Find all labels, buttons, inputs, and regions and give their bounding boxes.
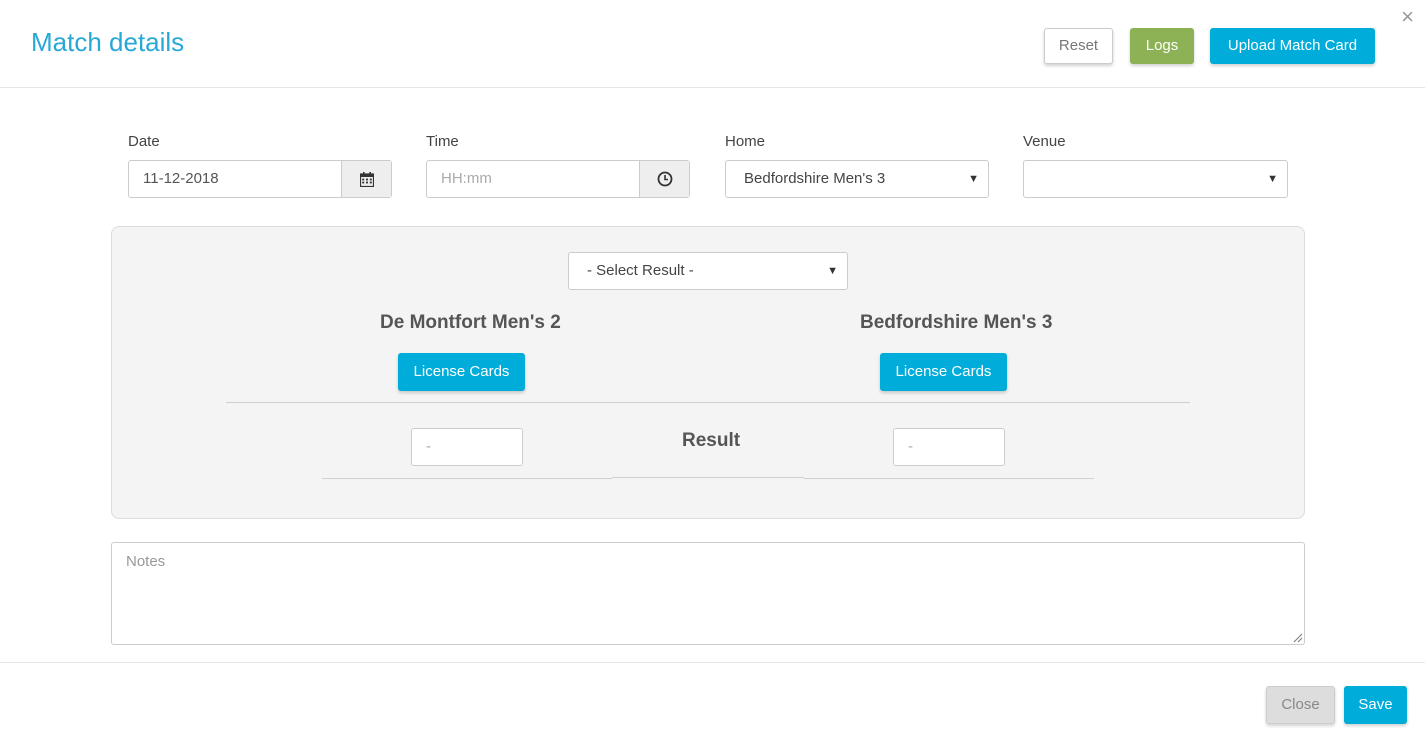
calendar-icon bbox=[359, 171, 374, 187]
away-team-name: Bedfordshire Men's 3 bbox=[860, 312, 1053, 333]
divider bbox=[804, 478, 1094, 479]
divider bbox=[322, 478, 612, 479]
time-input[interactable]: HH:mm bbox=[427, 161, 640, 197]
chevron-down-icon: ▼ bbox=[827, 265, 838, 277]
modal-title: Match details bbox=[31, 27, 185, 57]
modal-header: Match details Reset Logs Upload Match Ca… bbox=[0, 0, 1425, 88]
clock-button[interactable] bbox=[639, 161, 689, 197]
notes-placeholder: Notes bbox=[126, 553, 166, 570]
chevron-down-icon: ▼ bbox=[1267, 173, 1278, 185]
time-label: Time bbox=[426, 133, 459, 150]
home-select[interactable]: Bedfordshire Men's 3 ▼ bbox=[725, 160, 989, 198]
chevron-down-icon: ▼ bbox=[968, 173, 979, 185]
divider bbox=[612, 477, 804, 478]
home-select-value: Bedfordshire Men's 3 bbox=[744, 170, 886, 187]
date-input[interactable]: 11-12-2018 bbox=[129, 161, 342, 197]
logs-button[interactable]: Logs bbox=[1130, 28, 1194, 64]
calendar-button[interactable] bbox=[341, 161, 391, 197]
date-label: Date bbox=[128, 133, 160, 150]
away-license-cards-button[interactable]: License Cards bbox=[880, 353, 1007, 391]
divider bbox=[226, 402, 1190, 403]
home-team-name: De Montfort Men's 2 bbox=[380, 312, 561, 333]
result-label: Result bbox=[682, 430, 741, 451]
home-label: Home bbox=[725, 133, 766, 150]
close-button[interactable]: Close bbox=[1266, 686, 1335, 724]
clock-icon bbox=[657, 171, 672, 187]
modal-footer bbox=[0, 662, 1425, 742]
upload-match-card-button[interactable]: Upload Match Card bbox=[1210, 28, 1375, 64]
resize-handle-icon[interactable] bbox=[1291, 631, 1303, 643]
home-score-input[interactable]: - bbox=[411, 428, 523, 466]
match-details-modal: Match details Reset Logs Upload Match Ca… bbox=[0, 0, 1425, 742]
home-license-cards-button[interactable]: License Cards bbox=[398, 353, 525, 391]
notes-textarea[interactable]: Notes bbox=[111, 542, 1305, 645]
result-panel: - Select Result - ▼ De Montfort Men's 2 … bbox=[111, 226, 1305, 519]
result-select[interactable]: - Select Result - ▼ bbox=[568, 252, 848, 290]
venue-label: Venue bbox=[1023, 133, 1066, 150]
result-select-value: - Select Result - bbox=[587, 262, 694, 279]
away-score-input[interactable]: - bbox=[893, 428, 1005, 466]
close-icon[interactable]: × bbox=[1401, 6, 1414, 28]
save-button[interactable]: Save bbox=[1344, 686, 1407, 724]
reset-button[interactable]: Reset bbox=[1044, 28, 1113, 64]
date-field: 11-12-2018 bbox=[128, 160, 392, 198]
time-field: HH:mm bbox=[426, 160, 690, 198]
venue-select[interactable]: ▼ bbox=[1023, 160, 1288, 198]
